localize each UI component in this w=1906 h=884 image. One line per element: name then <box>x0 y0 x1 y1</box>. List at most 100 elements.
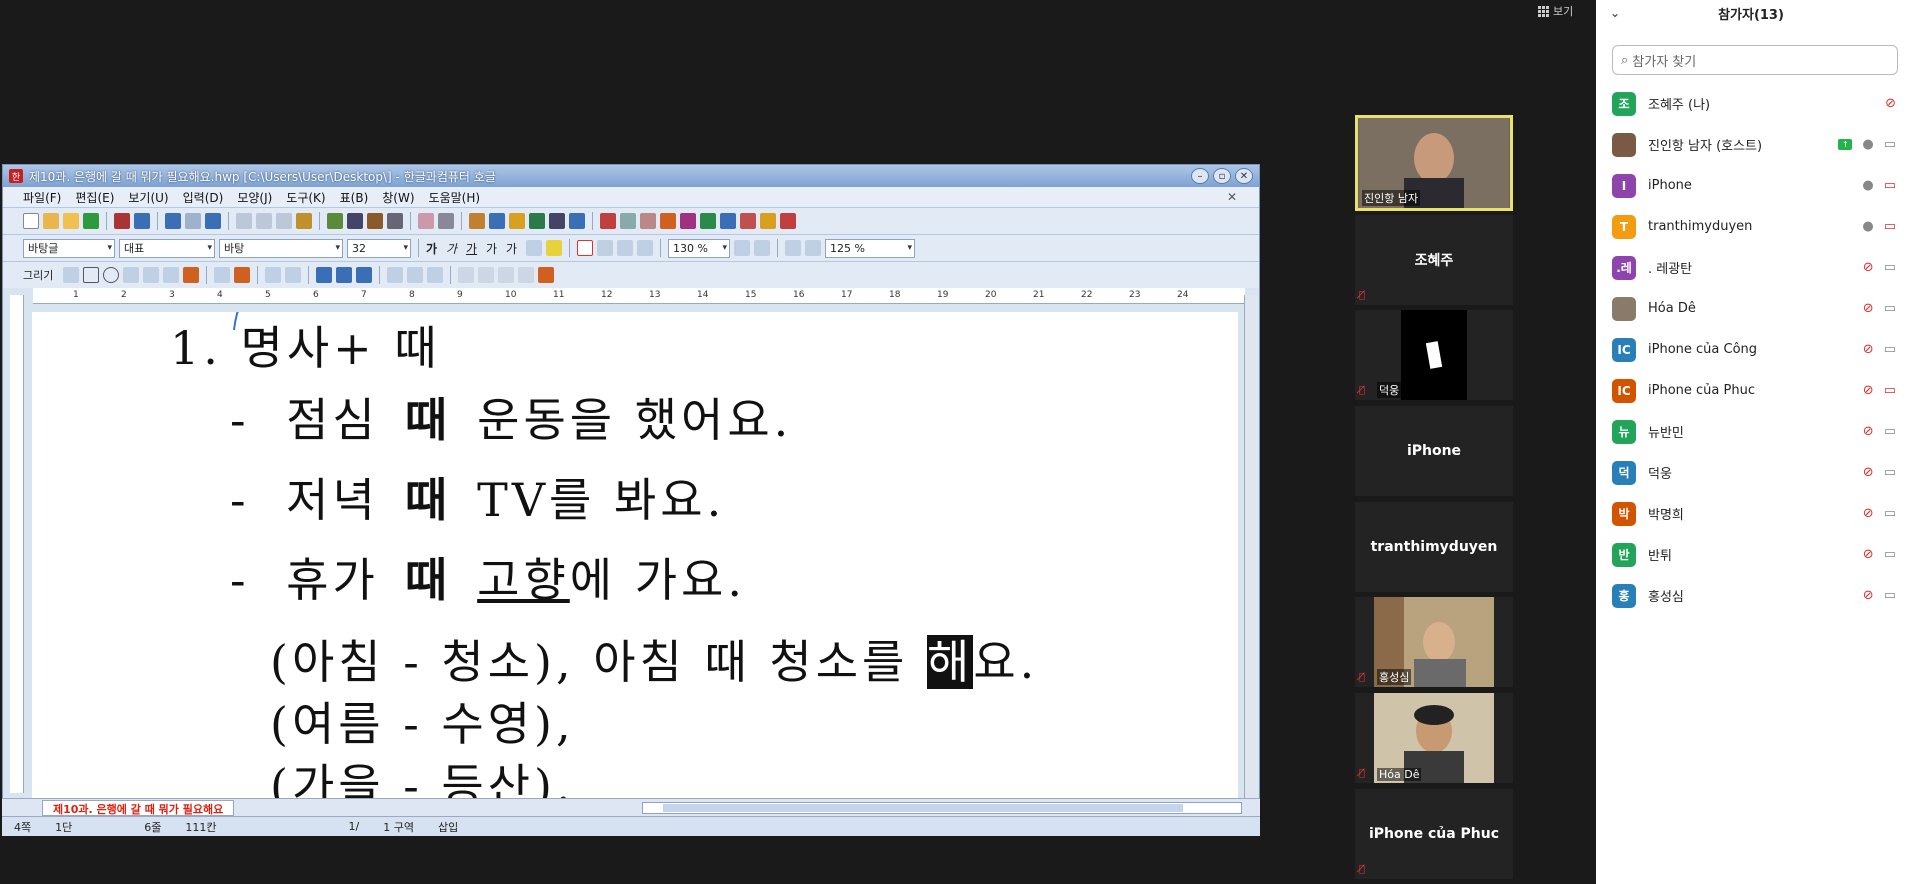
menu-file[interactable]: 파일(F) <box>23 189 61 206</box>
line-color-icon[interactable] <box>316 267 333 283</box>
open-icon[interactable] <box>43 213 59 229</box>
find-icon[interactable] <box>205 213 221 229</box>
menu-view[interactable]: 보기(U) <box>128 189 168 206</box>
page-number-icon[interactable] <box>700 213 716 229</box>
minimize-button[interactable]: – <box>1191 168 1209 184</box>
copy-icon[interactable] <box>256 213 272 229</box>
field-icon[interactable] <box>720 213 736 229</box>
participant-row[interactable]: 반 반튀 ⊘ ▭ <box>1596 534 1906 575</box>
align-left-icon[interactable] <box>597 240 613 256</box>
camera-icon[interactable]: ▭ <box>1884 260 1896 275</box>
justify-icon[interactable] <box>577 240 593 256</box>
arc-tool-icon[interactable] <box>123 267 140 283</box>
participant-row[interactable]: .레. 레광탄 ⊘ ▭ <box>1596 247 1906 288</box>
camera-icon[interactable]: ▭ <box>1884 506 1896 521</box>
char-shape-icon[interactable] <box>327 213 343 229</box>
video-tile-2[interactable]: 조혜주 🎙̸ <box>1355 215 1513 305</box>
header-icon[interactable] <box>620 213 636 229</box>
picture-icon[interactable] <box>469 213 485 229</box>
form-icon[interactable] <box>740 213 756 229</box>
char-border-icon[interactable] <box>526 240 542 256</box>
line-spacing-select[interactable]: 130 % <box>668 238 730 258</box>
participant-row[interactable]: 뉴 뉴반민 ⊘ ▭ <box>1596 411 1906 452</box>
order-icon[interactable] <box>518 267 535 283</box>
mail-merge-icon[interactable] <box>760 213 776 229</box>
paste-icon[interactable] <box>276 213 292 229</box>
footnote-icon[interactable] <box>640 213 656 229</box>
participant-search-input[interactable]: ⌕ 참가자 찾기 <box>1612 45 1898 75</box>
special-char-icon[interactable] <box>569 213 585 229</box>
camera-icon[interactable]: ▭ <box>1884 465 1896 480</box>
hwp-titlebar[interactable]: 한 제10과. 은행에 갈 때 뭐가 필요해요.hwp [C:\Users\Us… <box>3 165 1259 187</box>
doc-close-icon[interactable]: ✕ <box>1227 190 1237 204</box>
camera-icon[interactable]: ▭ <box>1884 301 1896 316</box>
shape-style-icon[interactable] <box>538 267 555 283</box>
mic-icon[interactable]: ● <box>1862 219 1873 234</box>
preview-icon[interactable] <box>134 213 150 229</box>
style-select[interactable]: 바탕글 <box>23 238 115 258</box>
menu-format[interactable]: 모양(J) <box>237 189 272 206</box>
mic-icon[interactable]: ● <box>1862 178 1873 193</box>
view-button[interactable]: 보기 <box>1538 3 1573 19</box>
line-style-icon[interactable] <box>387 267 404 283</box>
font-size-select[interactable]: 32 <box>347 238 411 258</box>
participant-row[interactable]: IiPhone ● ▭ <box>1596 165 1906 206</box>
mic-muted-icon[interactable]: ⊘ <box>1885 96 1896 111</box>
rotate-icon[interactable] <box>478 267 495 283</box>
video-tile-8[interactable]: iPhone của Phuc 🎙̸ <box>1355 789 1513 879</box>
camera-off-icon[interactable]: ▭ <box>1884 219 1896 234</box>
participant-row[interactable]: 박 박명희 ⊘ ▭ <box>1596 493 1906 534</box>
arrow-style-icon[interactable] <box>427 267 444 283</box>
zoom-select[interactable]: 125 % <box>825 238 915 258</box>
menu-insert[interactable]: 입력(D) <box>183 189 224 206</box>
hyperlink-icon[interactable] <box>438 213 454 229</box>
menu-table[interactable]: 표(B) <box>340 189 369 206</box>
bold-icon[interactable]: 가 <box>426 240 442 256</box>
camera-icon[interactable]: ▭ <box>1884 342 1896 357</box>
menu-help[interactable]: 도움말(H) <box>429 189 481 206</box>
rect-tool-icon[interactable] <box>83 267 100 283</box>
camera-off-icon[interactable]: ▭ <box>1884 383 1896 398</box>
para-shape-icon[interactable] <box>347 213 363 229</box>
index-icon[interactable] <box>680 213 696 229</box>
participant-row[interactable]: IC iPhone của Phuc ⊘ ▭ <box>1596 370 1906 411</box>
participant-row[interactable]: 조 조혜주 (나) ⊘ <box>1596 83 1906 124</box>
camera-icon[interactable]: ▭ <box>1884 137 1896 152</box>
mic-muted-icon[interactable]: ⊘ <box>1863 383 1874 398</box>
camera-icon[interactable]: ▭ <box>1884 547 1896 562</box>
image-tool-icon[interactable] <box>234 267 251 283</box>
camera-icon[interactable]: ▭ <box>1884 424 1896 439</box>
undo-icon[interactable] <box>165 213 181 229</box>
participant-row[interactable]: 덕 덕웅 ⊘ ▭ <box>1596 452 1906 493</box>
bookmark-icon[interactable] <box>660 213 676 229</box>
pen-tool-icon[interactable] <box>183 267 200 283</box>
mic-muted-icon[interactable]: ⊘ <box>1863 465 1874 480</box>
style-icon[interactable] <box>367 213 383 229</box>
numbering-icon[interactable] <box>785 240 801 256</box>
calendar-icon[interactable] <box>780 213 796 229</box>
arrange-icon[interactable] <box>356 267 373 283</box>
mic-muted-icon[interactable]: ⊘ <box>1863 424 1874 439</box>
highlight-icon[interactable] <box>546 240 562 256</box>
strike-icon[interactable]: 가 <box>486 240 502 256</box>
mic-muted-icon[interactable]: ⊘ <box>1863 260 1874 275</box>
fill-color-icon[interactable] <box>336 267 353 283</box>
doc-tab[interactable]: 제10과. 은행에 갈 때 뭐가 필요해요 <box>42 800 235 816</box>
equation-icon[interactable] <box>529 213 545 229</box>
vertical-scrollbar[interactable] <box>1244 295 1258 798</box>
line-width-icon[interactable] <box>407 267 424 283</box>
chart-icon[interactable] <box>509 213 525 229</box>
textbox-icon[interactable] <box>214 267 231 283</box>
video-tile-3[interactable]: 덕웅 🎙̸ <box>1355 310 1513 400</box>
curve-tool-icon[interactable] <box>163 267 180 283</box>
mic-muted-icon[interactable]: ⊘ <box>1863 301 1874 316</box>
participant-row[interactable]: 진인항 남자 (호스트) ↑ ● ▭ <box>1596 124 1906 165</box>
table-icon[interactable] <box>489 213 505 229</box>
menu-tools[interactable]: 도구(K) <box>286 189 325 206</box>
redo-icon[interactable] <box>185 213 201 229</box>
mic-muted-icon[interactable]: ⊘ <box>1863 342 1874 357</box>
camera-icon[interactable]: ▭ <box>1884 588 1896 603</box>
folder-icon[interactable] <box>63 213 79 229</box>
participant-row[interactable]: Hóa Dê ⊘ ▭ <box>1596 288 1906 329</box>
indent-icon[interactable] <box>734 240 750 256</box>
